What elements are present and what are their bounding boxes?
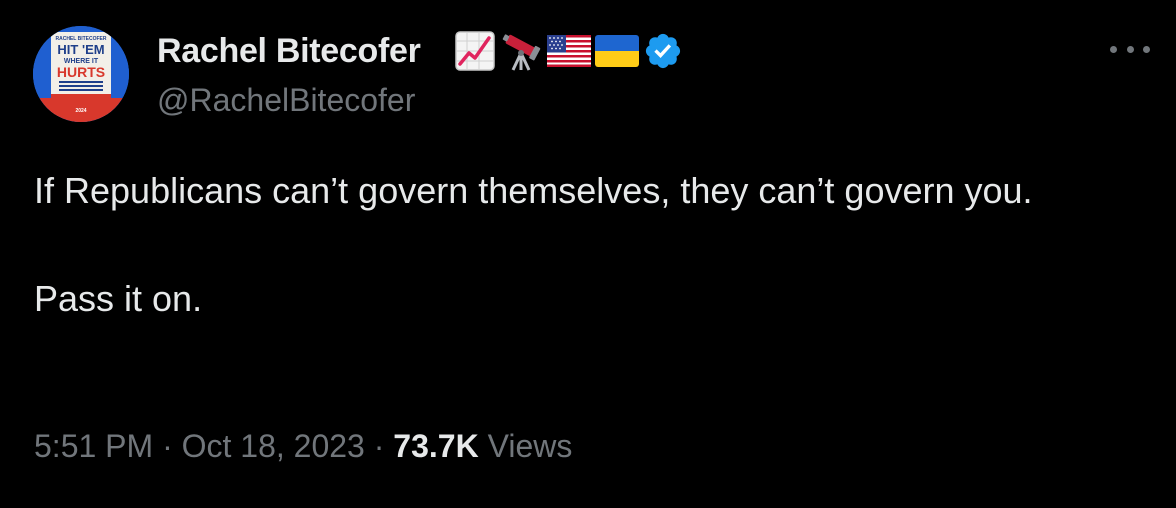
verified-badge-icon[interactable] xyxy=(643,31,683,71)
tweet-card: RACHEL BITECOFER HIT 'EM WHERE IT HURTS … xyxy=(0,0,1176,508)
meta-separator: · xyxy=(364,428,394,464)
ukraine-flag-icon xyxy=(595,35,639,67)
tweet-text: If Republicans can’t govern themselves, … xyxy=(34,164,1134,326)
avatar-text-year: 2024 xyxy=(75,108,86,114)
more-dot-icon xyxy=(1143,45,1150,53)
author-handle[interactable]: @RachelBitecofer xyxy=(157,82,415,119)
tweet-date[interactable]: Oct 18, 2023 xyxy=(182,428,365,464)
more-dot-icon xyxy=(1126,45,1134,53)
name-badges xyxy=(455,30,683,72)
views-label: Views xyxy=(478,428,573,464)
tweet-text-line: Pass it on. xyxy=(34,278,203,319)
tweet-text-line: If Republicans can’t govern themselves, … xyxy=(34,170,1033,211)
more-dot-icon xyxy=(1110,45,1117,53)
us-flag-icon xyxy=(547,35,591,67)
author-name[interactable]: Rachel Bitecofer xyxy=(157,32,421,71)
views-count[interactable]: 73.7K xyxy=(393,428,478,464)
avatar-text-title3: HURTS xyxy=(57,64,105,80)
meta-separator: · xyxy=(153,428,182,464)
tweet-meta: 5:51 PM · Oct 18, 2023 · 73.7K Views xyxy=(34,428,572,465)
chart-increasing-icon xyxy=(455,31,495,71)
avatar-text-title1: HIT 'EM xyxy=(57,42,104,57)
tweet-time[interactable]: 5:51 PM xyxy=(34,428,153,464)
telescope-icon xyxy=(502,34,541,71)
avatar[interactable]: RACHEL BITECOFER HIT 'EM WHERE IT HURTS … xyxy=(33,26,129,122)
book-cover-image: RACHEL BITECOFER HIT 'EM WHERE IT HURTS … xyxy=(33,26,129,122)
more-options-button[interactable] xyxy=(1110,36,1150,62)
